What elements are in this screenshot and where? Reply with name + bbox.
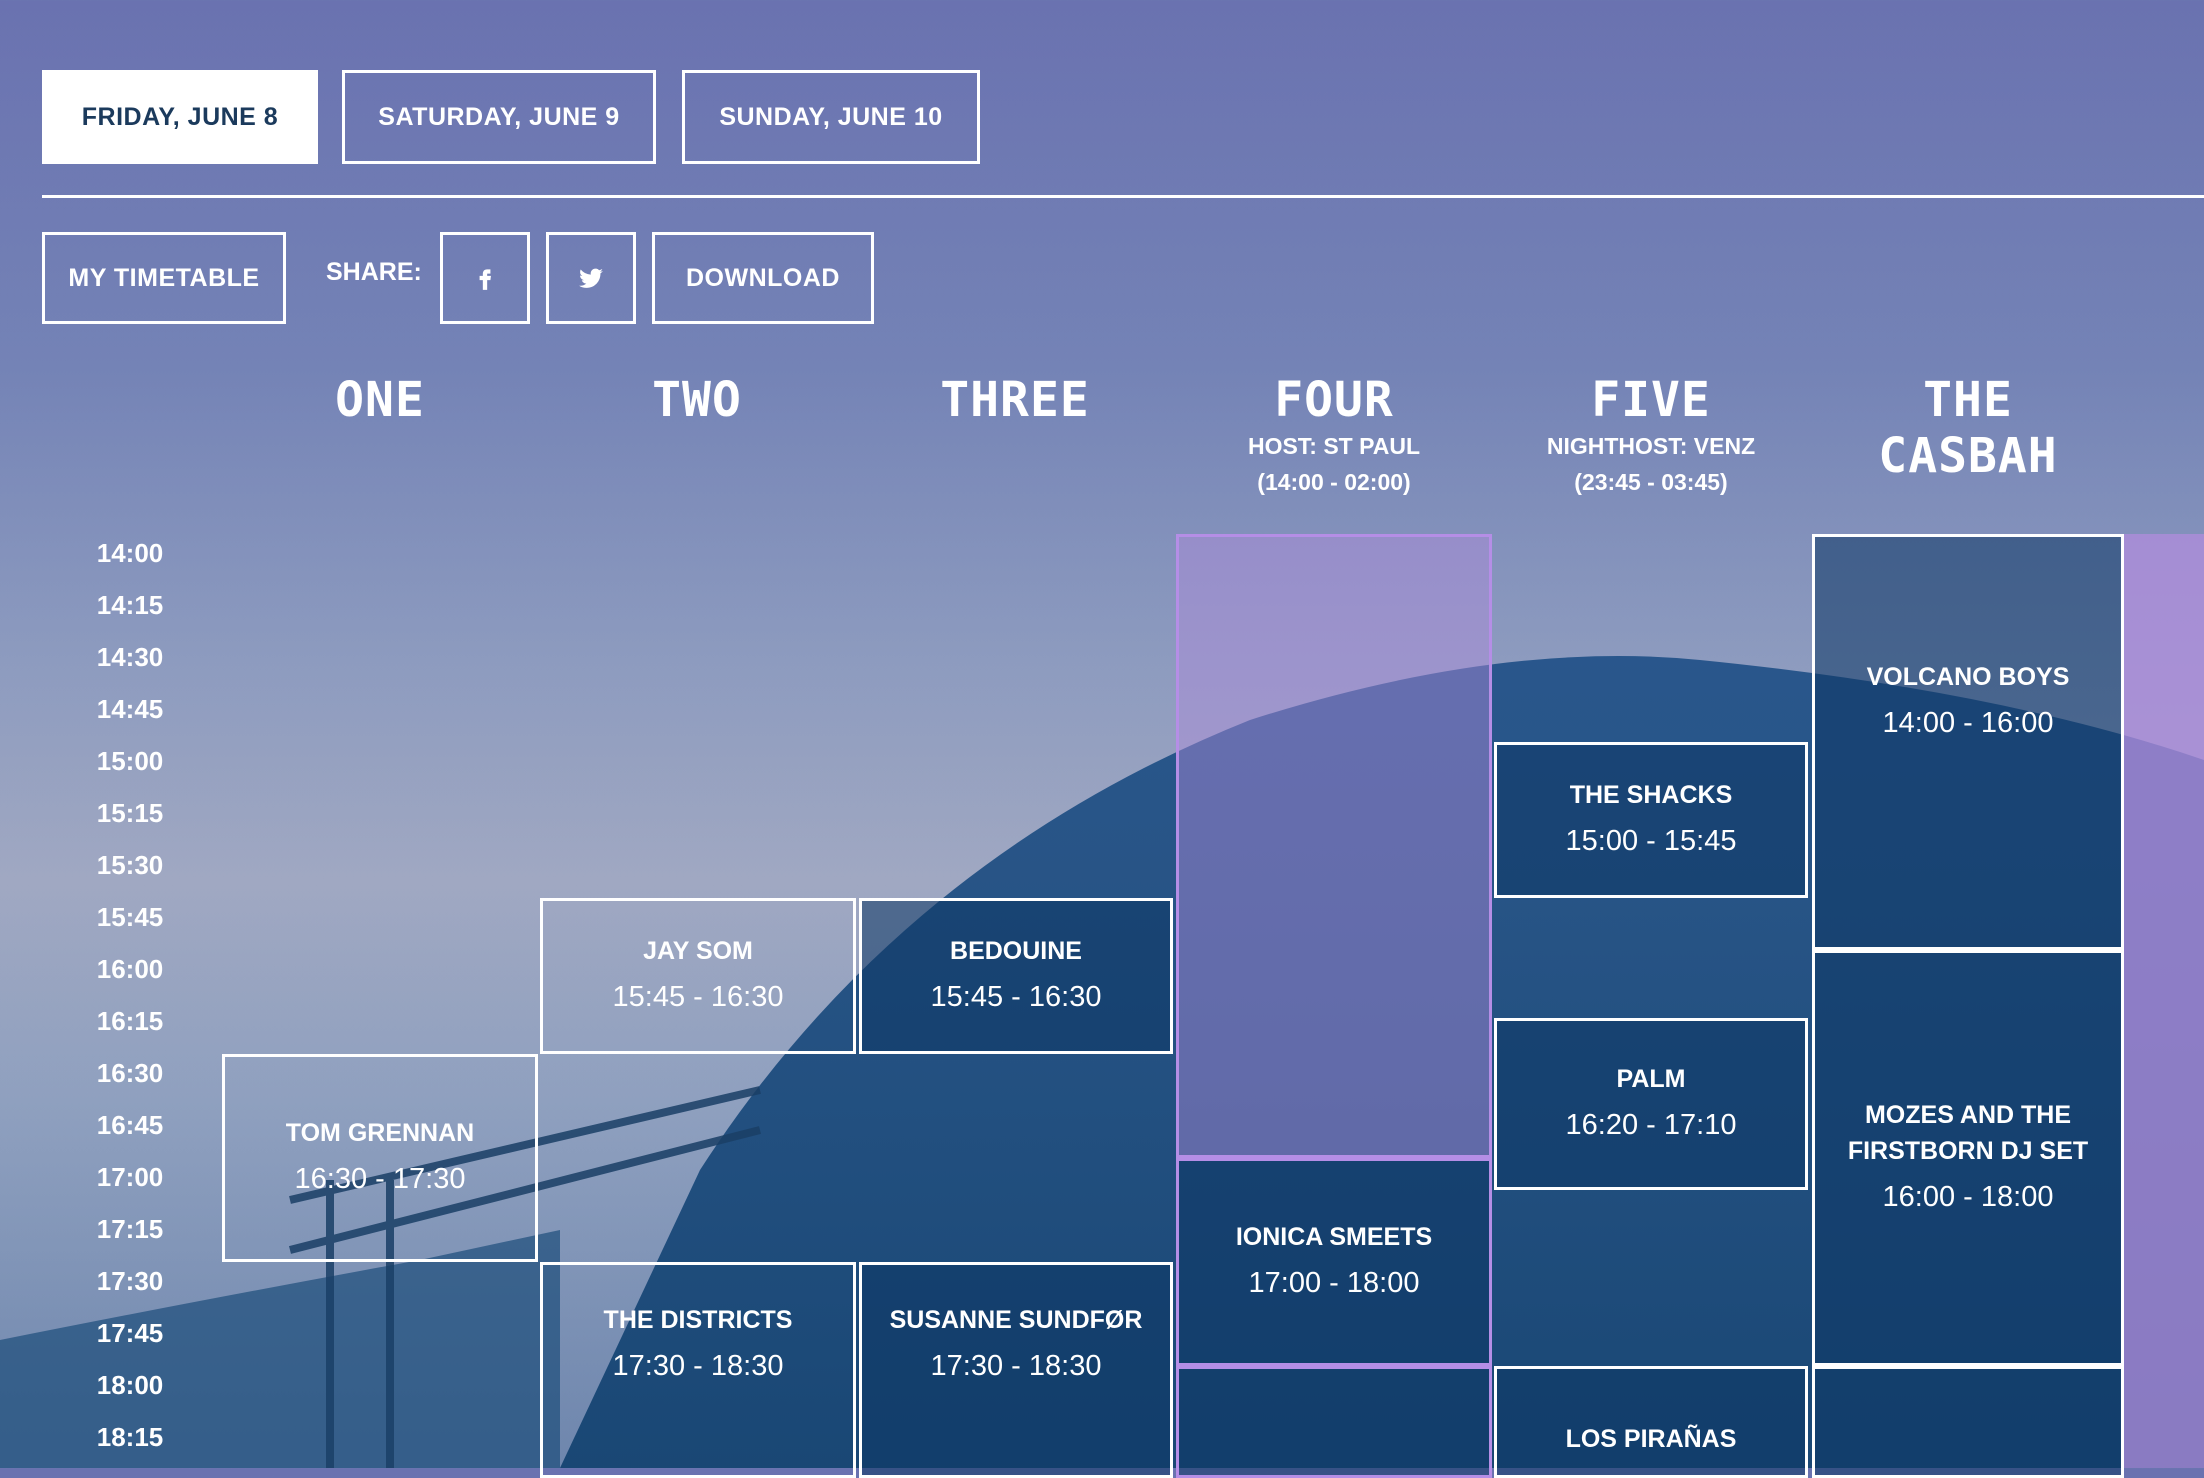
act-slot[interactable]: SUSANNE SUNDFØR 17:30 - 18:30 (859, 1262, 1173, 1478)
act-slot[interactable]: BEDOUINE 15:45 - 16:30 (859, 898, 1173, 1054)
stage-host: HOST: ST PAUL (1247, 433, 1421, 459)
act-name: THE DISTRICTS (603, 1306, 793, 1334)
time-label: 15:15 (96, 798, 164, 828)
host-block[interactable] (1176, 534, 1492, 1158)
act-name: MOZES AND THE FIRSTBORN DJ SET (1847, 1101, 2089, 1165)
time-label: 14:00 (96, 538, 164, 568)
time-label: 16:30 (96, 1058, 164, 1088)
act-name: IONICA SMEETS (1235, 1223, 1433, 1251)
stage-header-three: THREE (857, 372, 1173, 428)
download-button[interactable]: DOWNLOAD (652, 232, 874, 324)
act-time: 17:00 - 18:00 (1248, 1267, 1420, 1299)
act-time: 16:00 - 18:00 (1882, 1181, 2054, 1213)
act-slot[interactable]: VOLCANO BOYS 14:00 - 16:00 (1812, 534, 2124, 950)
stage-header-one: ONE (222, 372, 538, 428)
facebook-icon (479, 269, 491, 290)
act-slot[interactable]: JAY SOM 15:45 - 16:30 (540, 898, 856, 1054)
stage-name: THE CASBAH (1878, 372, 2058, 484)
time-label: 17:45 (96, 1318, 164, 1348)
stage-header-four: FOUR HOST: ST PAUL (14:00 - 02:00) (1176, 372, 1492, 500)
share-label: SHARE: (326, 258, 422, 286)
time-label: 15:30 (96, 850, 164, 880)
act-name: SUSANNE SUNDFØR (889, 1306, 1143, 1334)
time-label: 14:15 (96, 590, 164, 620)
divider (42, 195, 2204, 198)
stage-name: ONE (335, 372, 425, 428)
stage-header-casbah: THE CASBAH (1810, 372, 2126, 484)
act-slot[interactable]: LOS PIRAÑAS (1494, 1366, 1808, 1478)
stage-host: NIGHTHOST: VENZ (1546, 433, 1756, 459)
day-tab-friday[interactable]: FRIDAY, JUNE 8 (42, 70, 318, 164)
twitter-icon (579, 268, 603, 288)
next-stage-column[interactable] (2124, 534, 2204, 1468)
time-label: 14:45 (96, 694, 164, 724)
act-slot[interactable]: MOZES AND THE FIRSTBORN DJ SET 16:00 - 1… (1812, 950, 2124, 1366)
act-slot[interactable]: TOM GRENNAN 16:30 - 17:30 (222, 1054, 538, 1262)
act-time: 15:45 - 16:30 (930, 981, 1102, 1013)
act-time: 17:30 - 18:30 (612, 1350, 784, 1382)
day-tab-sunday[interactable]: SUNDAY, JUNE 10 (682, 70, 980, 164)
act-time: 15:45 - 16:30 (612, 981, 784, 1013)
stage-name: FIVE (1591, 372, 1711, 428)
act-time: 16:20 - 17:10 (1565, 1109, 1737, 1141)
stage-name: TWO (652, 372, 742, 428)
stage-header-five: FIVE NIGHTHOST: VENZ (23:45 - 03:45) (1493, 372, 1809, 500)
act-name: BEDOUINE (950, 937, 1082, 965)
host-block[interactable] (1176, 1366, 1492, 1478)
time-label: 17:00 (96, 1162, 164, 1192)
act-slot[interactable]: THE SHACKS 15:00 - 15:45 (1494, 742, 1808, 898)
stage-hours: (14:00 - 02:00) (1257, 469, 1411, 495)
time-label: 18:00 (96, 1370, 164, 1400)
my-timetable-button[interactable]: MY TIMETABLE (42, 232, 286, 324)
time-label: 17:15 (96, 1214, 164, 1244)
act-slot[interactable]: IONICA SMEETS 17:00 - 18:00 (1176, 1158, 1492, 1366)
act-name: LOS PIRAÑAS (1565, 1425, 1737, 1453)
stage-name: THREE (940, 372, 1090, 428)
act-name: VOLCANO BOYS (1866, 663, 2070, 691)
facebook-share-button[interactable] (440, 232, 530, 324)
time-label: 15:45 (96, 902, 164, 932)
act-name: JAY SOM (643, 937, 753, 965)
act-name: PALM (1616, 1065, 1686, 1093)
act-slot[interactable]: THE DISTRICTS 17:30 - 18:30 (540, 1262, 856, 1478)
time-label: 16:45 (96, 1110, 164, 1140)
act-name: THE SHACKS (1569, 781, 1733, 809)
act-slot[interactable]: PALM 16:20 - 17:10 (1494, 1018, 1808, 1190)
time-label: 14:30 (96, 642, 164, 672)
stage-name: FOUR (1274, 372, 1394, 428)
stage-hours: (23:45 - 03:45) (1574, 469, 1728, 495)
twitter-share-button[interactable] (546, 232, 636, 324)
act-slot[interactable] (1812, 1366, 2124, 1478)
day-tab-saturday[interactable]: SATURDAY, JUNE 9 (342, 70, 656, 164)
time-label: 15:00 (96, 746, 164, 776)
time-label: 16:15 (96, 1006, 164, 1036)
act-time: 14:00 - 16:00 (1882, 707, 2054, 739)
act-name: TOM GRENNAN (285, 1119, 475, 1147)
stage-header-two: TWO (539, 372, 855, 428)
act-time: 15:00 - 15:45 (1565, 825, 1737, 857)
act-time: 17:30 - 18:30 (930, 1350, 1102, 1382)
time-label: 17:30 (96, 1266, 164, 1296)
act-time: 16:30 - 17:30 (294, 1163, 466, 1195)
time-label: 16:00 (96, 954, 164, 984)
time-label: 18:15 (96, 1422, 164, 1452)
